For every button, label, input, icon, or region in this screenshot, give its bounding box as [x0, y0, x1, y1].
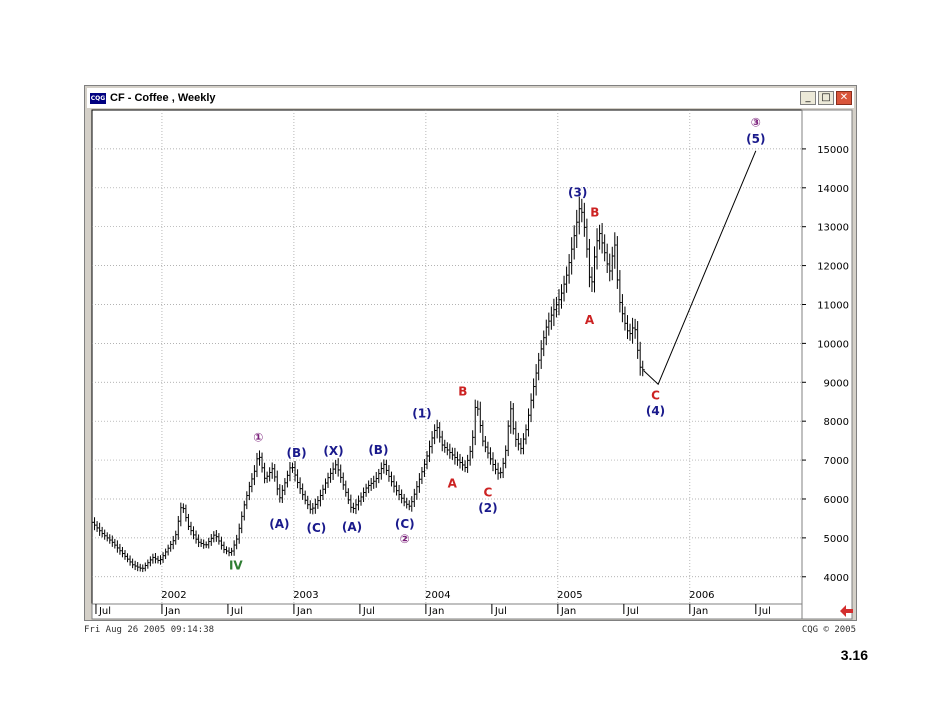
y-tick-label: 9000: [824, 378, 849, 389]
wave-label: B: [590, 206, 599, 220]
wave-label: A: [585, 313, 595, 327]
slide-number: 3.16: [840, 647, 868, 663]
x-month-label: Jul: [626, 606, 639, 617]
x-month-label: Jul: [494, 606, 507, 617]
y-tick-label: 6000: [824, 495, 849, 506]
x-year-label: 2002: [161, 590, 186, 601]
wave-label: (C): [306, 521, 326, 535]
wave-label: ②: [400, 532, 410, 546]
y-tick-label: 5000: [824, 534, 849, 545]
wave-label: (2): [478, 501, 497, 515]
x-year-label: 2006: [689, 590, 714, 601]
y-tick-label: 11000: [817, 300, 849, 311]
wave-label: (1): [412, 407, 431, 421]
wave-label: (X): [323, 444, 343, 458]
x-month-label: Jan: [692, 606, 708, 617]
x-year-label: 2005: [557, 590, 582, 601]
x-month-label: Jan: [428, 606, 444, 617]
wave-label: (3): [568, 186, 587, 200]
y-tick-label: 15000: [817, 145, 849, 156]
y-tick-label: 13000: [817, 223, 849, 234]
chart-timestamp: Fri Aug 26 2005 09:14:38: [84, 625, 215, 635]
wave-label: (B): [368, 443, 388, 457]
y-tick-label: 7000: [824, 456, 849, 467]
x-month-label: Jan: [296, 606, 312, 617]
plot-area: [91, 109, 803, 605]
x-month-label: Jul: [98, 606, 111, 617]
wave-label: A: [448, 477, 458, 491]
wave-label: C: [651, 388, 660, 402]
x-year-label: 2004: [425, 590, 450, 601]
price-chart: IV①(A)(B)(C)(X)(A)(B)(C)②(1)ABC(2)(3)BAC…: [91, 109, 853, 620]
wave-label: (5): [746, 132, 765, 146]
wave-label: (B): [286, 446, 306, 460]
wave-label: ③: [751, 116, 761, 130]
x-month-label: Jan: [164, 606, 180, 617]
x-month-label: Jul: [758, 606, 771, 617]
x-month-label: Jan: [560, 606, 576, 617]
x-month-label: Jul: [362, 606, 375, 617]
wave-label: B: [458, 385, 467, 399]
wave-label: (A): [342, 520, 362, 534]
copyright-notice: CQG © 2005: [801, 625, 856, 635]
y-tick-label: 10000: [817, 339, 849, 350]
wave-label: IV: [229, 558, 243, 572]
y-tick-label: 12000: [817, 262, 849, 273]
y-tick-label: 4000: [824, 573, 849, 584]
wave-label: (C): [395, 517, 415, 531]
y-tick-label: 8000: [824, 417, 849, 428]
wave-label: (A): [269, 517, 289, 531]
wave-label: (4): [646, 404, 665, 418]
x-year-label: 2003: [293, 590, 318, 601]
wave-label: C: [484, 486, 493, 500]
x-month-label: Jul: [230, 606, 243, 617]
wave-label: ①: [253, 430, 263, 444]
y-tick-label: 14000: [817, 184, 849, 195]
